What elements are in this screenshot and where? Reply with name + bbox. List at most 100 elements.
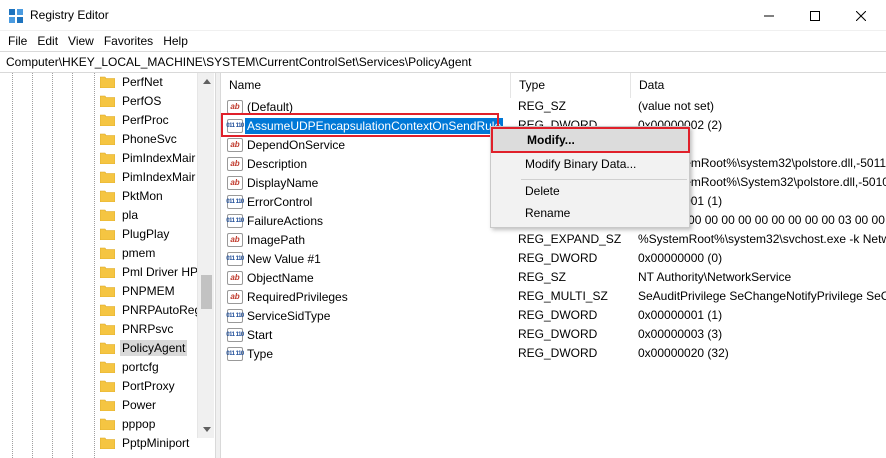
tree-item-label: PptpMiniport (122, 435, 190, 450)
tree-item[interactable]: pla (100, 205, 140, 224)
folder-icon (100, 95, 115, 107)
tree-item[interactable]: portcfg (100, 357, 161, 376)
value-type: REG_DWORD (518, 346, 598, 360)
tree-item[interactable]: PNRPAutoReg (100, 300, 203, 319)
menu-bar: File Edit View Favorites Help (0, 31, 886, 51)
address-bar[interactable]: Computer\HKEY_LOCAL_MACHINE\SYSTEM\Curre… (0, 51, 886, 73)
close-button[interactable] (838, 0, 884, 31)
value-type: REG_DWORD (518, 251, 598, 265)
value-row[interactable]: 011 110 ServiceSidType REG_DWORD 0x00000001… (221, 306, 886, 325)
menu-edit[interactable]: Edit (32, 31, 63, 51)
tree-item-label: PhoneSvc (122, 131, 177, 146)
folder-icon (100, 114, 115, 126)
tree-item[interactable]: pmem (100, 243, 157, 262)
menu-favorites[interactable]: Favorites (99, 31, 158, 51)
tree-guide-line (12, 73, 13, 458)
tree-item[interactable]: PktMon (100, 186, 165, 205)
tree-item[interactable]: PNPMEM (100, 281, 177, 300)
value-name-cell: ab DependOnService (227, 136, 347, 153)
sz-icon: ab (227, 156, 243, 171)
registry-editor-icon (9, 9, 23, 23)
value-data: NT Authority\NetworkService (638, 270, 792, 284)
tree-item[interactable]: PerfProc (100, 110, 171, 129)
value-name: ImagePath (247, 232, 306, 247)
value-name-cell: ab ObjectName (227, 269, 316, 286)
scrollbar-thumb[interactable] (201, 275, 212, 309)
value-data: 0x00000020 (32) (638, 346, 729, 360)
close-icon (856, 10, 866, 21)
tree-item[interactable]: PlugPlay (100, 224, 171, 243)
folder-icon (100, 285, 115, 297)
value-name: Start (247, 327, 273, 342)
tree-item-label: PlugPlay (122, 226, 170, 241)
title-bar: Registry Editor (0, 0, 886, 31)
minimize-button[interactable] (746, 0, 792, 31)
tree-item-label: PNPMEM (122, 283, 175, 298)
scroll-up-arrow-icon[interactable] (198, 73, 215, 90)
tree-guide-line (94, 73, 95, 458)
tree-item[interactable]: PortProxy (100, 376, 177, 395)
tree-item[interactable]: PhoneSvc (100, 129, 179, 148)
menu-view[interactable]: View (63, 31, 99, 51)
folder-icon (100, 171, 115, 183)
menu-help[interactable]: Help (158, 31, 193, 51)
tree-item[interactable]: Pml Driver HP. (100, 262, 202, 281)
tree-item-label: pppop (122, 416, 156, 431)
value-data: 0x00000003 (3) (638, 327, 723, 341)
folder-icon (100, 342, 115, 354)
key-tree[interactable]: PerfNet PerfOS PerfProc PhoneSvc PimIndexMai… (0, 73, 215, 458)
tree-item[interactable]: pppop (100, 414, 157, 433)
sz-icon: ab (227, 99, 243, 114)
value-name-cell: 011 110 ServiceSidType (226, 307, 332, 324)
binary-icon: 011 110 (226, 308, 244, 323)
value-row[interactable]: ab ObjectName REG_SZ NT Authority\NetworkSe… (221, 268, 886, 287)
folder-icon (100, 133, 115, 145)
tree-item-label: PerfProc (122, 112, 169, 127)
scroll-down-arrow-icon[interactable] (198, 421, 215, 438)
tree-item-label: Pml Driver HP. (122, 264, 200, 279)
sz-icon: ab (227, 232, 243, 247)
context-menu-rename[interactable]: Rename (491, 202, 689, 224)
window-title: Registry Editor (30, 8, 109, 22)
maximize-icon (810, 10, 820, 21)
tree-item-label: PNRPsvc (122, 321, 174, 336)
value-row[interactable]: 011 110 Type REG_DWORD 0x00000020 (32) (221, 344, 886, 363)
value-name-cell: ab ImagePath (227, 231, 307, 248)
folder-icon (100, 190, 115, 202)
tree-item-label: PerfOS (122, 93, 162, 108)
tree-item[interactable]: PerfOS (100, 91, 163, 110)
tree-item-label: PNRPAutoReg (122, 302, 202, 317)
tree-item[interactable]: PolicyAgent (100, 338, 188, 357)
tree-item[interactable]: PNRPsvc (100, 319, 175, 338)
tree-item[interactable]: PimIndexMair (100, 167, 197, 186)
value-type: REG_SZ (518, 99, 567, 113)
value-name-cell: 011 110 Type (226, 345, 275, 362)
maximize-button[interactable] (792, 0, 838, 31)
value-data: (value not set) (638, 99, 715, 113)
tree-item[interactable]: PerfNet (100, 73, 165, 91)
binary-icon: 011 110 (226, 346, 244, 361)
value-name: New Value #1 (247, 251, 321, 266)
value-row[interactable]: 011 110 New Value #1 REG_DWORD 0x00000000 (… (221, 249, 886, 268)
context-menu-modify-binary[interactable]: Modify Binary Data... (491, 153, 689, 175)
value-name-cell: ab RequiredPrivileges (227, 288, 350, 305)
value-name: Description (247, 156, 308, 171)
tree-item[interactable]: PimIndexMair (100, 148, 197, 167)
value-name: RequiredPrivileges (247, 289, 348, 304)
tree-item[interactable]: PptpMiniport (100, 433, 191, 452)
value-row[interactable]: ab ImagePath REG_EXPAND_SZ %SystemRoot%\sys… (221, 230, 886, 249)
context-menu-modify[interactable]: Modify... (491, 127, 690, 153)
value-row[interactable]: 011 110 Start REG_DWORD 0x00000003 (3) (221, 325, 886, 344)
tree-item-label: pla (122, 207, 139, 222)
column-header-type[interactable]: Type (511, 73, 631, 98)
column-header-name[interactable]: Name (221, 73, 511, 98)
value-data: %SystemRoot%\system32\svchost.exe -k Net… (638, 232, 886, 246)
folder-icon (100, 152, 115, 164)
tree-scrollbar[interactable] (197, 73, 214, 438)
value-row[interactable]: ab RequiredPrivileges REG_MULTI_SZ SeAuditP… (221, 287, 886, 306)
tree-item[interactable]: Power (100, 395, 158, 414)
column-header-data[interactable]: Data (631, 73, 886, 98)
menu-file[interactable]: File (3, 31, 32, 51)
value-type: REG_MULTI_SZ (518, 289, 608, 303)
context-menu-delete[interactable]: Delete (491, 180, 689, 202)
